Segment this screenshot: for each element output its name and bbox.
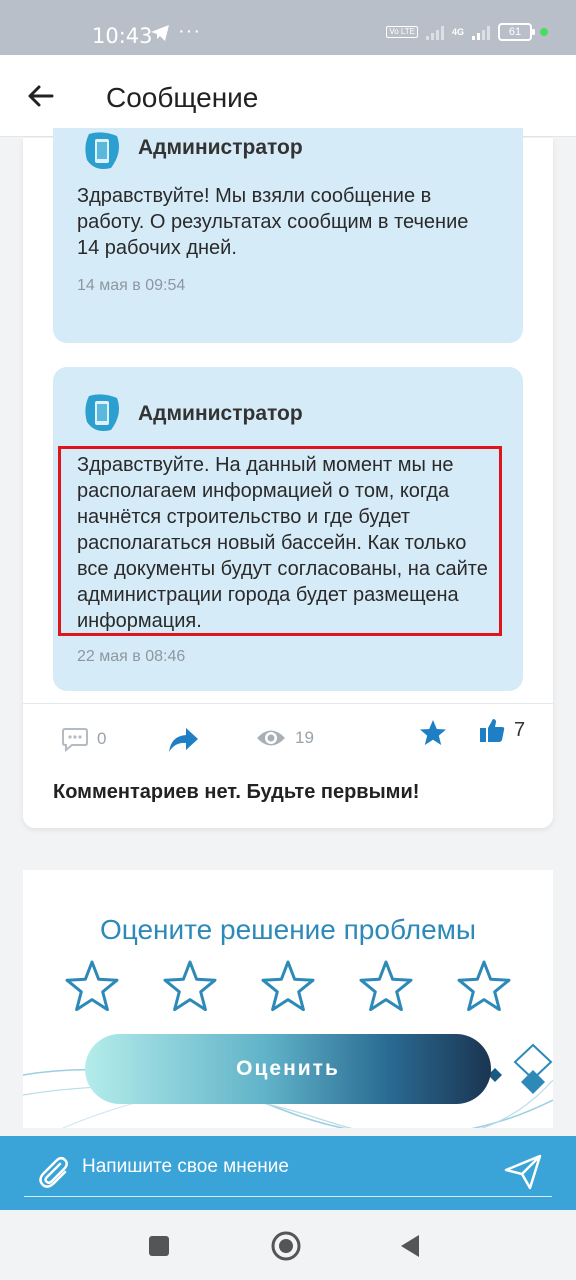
status-bar: 10:43 ··· Vo LTE 4G 61 — [0, 0, 576, 55]
views-count: 19 — [295, 728, 314, 747]
views-counter: 19 — [255, 726, 314, 750]
favorite-button[interactable] — [418, 718, 448, 748]
rating-star-3[interactable] — [259, 958, 317, 1016]
message-text: Здравствуйте. На данный момент мы не рас… — [77, 454, 488, 632]
rating-star-5[interactable] — [455, 958, 513, 1016]
signal-icon-2 — [472, 24, 490, 40]
share-icon — [169, 728, 198, 752]
message-date: 22 мая в 08:46 — [77, 648, 186, 665]
rating-title: Оцените решение проблемы — [99, 914, 477, 945]
like-button[interactable]: 7 — [478, 716, 525, 744]
admin-avatar-icon — [85, 394, 119, 431]
comments-count: 0 — [97, 729, 107, 748]
more-notifications-icon: ··· — [178, 20, 201, 42]
network-type: 4G — [451, 26, 464, 37]
send-icon[interactable] — [502, 1150, 544, 1192]
action-bar: 0 19 7 — [23, 716, 553, 766]
comment-icon — [62, 728, 88, 752]
rating-panel: Оцените решение проблемы Оценить — [23, 870, 553, 1128]
back-nav-button[interactable] — [395, 1230, 427, 1262]
attach-icon[interactable] — [36, 1154, 70, 1190]
rate-button[interactable]: Оценить — [85, 1034, 491, 1104]
share-button[interactable] — [166, 726, 200, 754]
admin-avatar-icon — [85, 132, 119, 169]
recent-apps-button[interactable] — [143, 1230, 175, 1262]
comments-button[interactable]: 0 — [61, 726, 106, 752]
message-card: Администратор Здравствуйте! Мы взяли соо… — [23, 128, 553, 828]
signal-icon — [425, 24, 444, 40]
thumbs-up-icon — [480, 719, 505, 742]
rating-star-1[interactable] — [63, 958, 121, 1016]
message-bubble: Администратор Здравствуйте. На данный мо… — [53, 367, 523, 691]
message-bubble: Администратор Здравствуйте! Мы взяли соо… — [53, 128, 523, 343]
eye-icon — [257, 730, 285, 746]
volte-icon: Vo LTE — [386, 26, 418, 38]
back-arrow-icon — [28, 85, 54, 107]
rating-stars — [63, 958, 513, 1016]
message-date: 14 мая в 09:54 — [77, 277, 186, 294]
back-button[interactable] — [24, 79, 58, 113]
no-comments-text: Комментариев нет. Будьте первыми! — [53, 781, 420, 803]
page-title: Сообщение — [106, 82, 259, 113]
comment-input[interactable] — [82, 1156, 482, 1178]
likes-count: 7 — [514, 718, 526, 741]
home-button[interactable] — [270, 1230, 302, 1262]
system-nav-bar — [0, 1210, 576, 1280]
status-time: 10:43 — [92, 24, 153, 48]
battery-icon: 61 — [498, 23, 535, 41]
message-author: Администратор — [138, 402, 303, 425]
comment-bar — [0, 1136, 576, 1210]
rating-star-2[interactable] — [161, 958, 219, 1016]
message-text: Здравствуйте! Мы взяли сообщение в работ… — [77, 185, 469, 259]
privacy-dot — [540, 28, 548, 36]
message-author: Администратор — [138, 136, 303, 159]
comment-underline — [24, 1196, 552, 1197]
star-icon — [420, 720, 446, 745]
app-bar: Сообщение — [0, 55, 576, 137]
rating-star-4[interactable] — [357, 958, 415, 1016]
telegram-icon — [150, 24, 170, 47]
divider — [23, 703, 553, 704]
